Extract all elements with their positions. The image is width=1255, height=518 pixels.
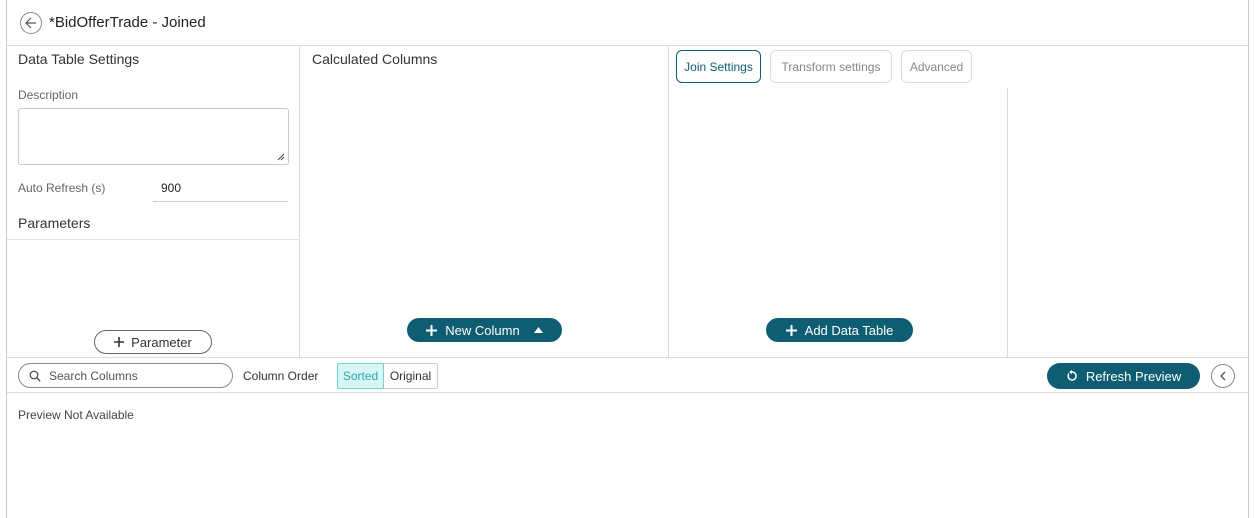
calculated-columns-title: Calculated Columns: [312, 51, 438, 67]
original-toggle[interactable]: Original: [384, 363, 438, 389]
add-parameter-button[interactable]: Parameter: [94, 330, 212, 354]
arrow-left-icon: [25, 17, 36, 29]
back-button[interactable]: [20, 12, 42, 34]
refresh-icon: [1067, 370, 1077, 381]
tab-transform-settings-label: Transform settings: [781, 59, 881, 74]
column-order-label: Column Order: [243, 369, 319, 383]
add-parameter-label: Parameter: [131, 334, 192, 350]
tab-advanced-label: Advanced: [909, 59, 964, 74]
parameters-title: Parameters: [18, 215, 91, 231]
plus-icon: [114, 337, 125, 347]
preview-message: Preview Not Available: [18, 408, 134, 422]
collapse-button[interactable]: [1211, 364, 1235, 388]
data-table-settings-panel: Data Table Settings Description Auto Ref…: [7, 46, 300, 357]
search-columns-input[interactable]: [49, 368, 219, 383]
chevron-left-icon: [1220, 371, 1226, 381]
caret-up-icon: [533, 327, 543, 333]
refresh-preview-button[interactable]: Refresh Preview: [1047, 363, 1200, 389]
resize-grip-icon[interactable]: [277, 153, 285, 161]
auto-refresh-label: Auto Refresh (s): [18, 181, 106, 195]
editor-window: *BidOfferTrade - Joined Data Table Setti…: [6, 0, 1249, 518]
search-columns-box[interactable]: [18, 363, 233, 388]
tab-join-settings-label: Join Settings: [684, 59, 753, 74]
plus-icon: [426, 324, 438, 336]
new-column-label: New Column: [445, 322, 520, 338]
title-bar: *BidOfferTrade - Joined: [7, 0, 1248, 46]
join-detail-panel: [1007, 46, 1250, 357]
add-data-table-button[interactable]: Add Data Table: [766, 318, 913, 342]
tab-join-settings[interactable]: Join Settings: [676, 50, 761, 83]
preview-toolbar: Column Order Sorted Original Refresh Pre…: [7, 357, 1248, 393]
parameters-divider: [7, 239, 300, 240]
new-column-button[interactable]: New Column: [407, 318, 562, 342]
join-settings-panel: Join Settings Transform settings Advance…: [669, 46, 1007, 357]
data-table-settings-title: Data Table Settings: [18, 51, 140, 67]
refresh-preview-label: Refresh Preview: [1085, 368, 1182, 384]
plus-icon: [785, 324, 797, 336]
add-data-table-label: Add Data Table: [804, 322, 894, 338]
description-label: Description: [18, 88, 79, 102]
calculated-columns-panel: Calculated Columns New Column: [300, 46, 669, 357]
sorted-toggle[interactable]: Sorted: [337, 363, 384, 389]
description-textarea[interactable]: [18, 108, 289, 165]
page-title: *BidOfferTrade - Joined: [49, 14, 206, 31]
tab-advanced[interactable]: Advanced: [901, 50, 972, 83]
search-icon: [29, 370, 41, 382]
auto-refresh-input[interactable]: 900: [153, 172, 288, 202]
tab-transform-settings[interactable]: Transform settings: [770, 50, 892, 83]
